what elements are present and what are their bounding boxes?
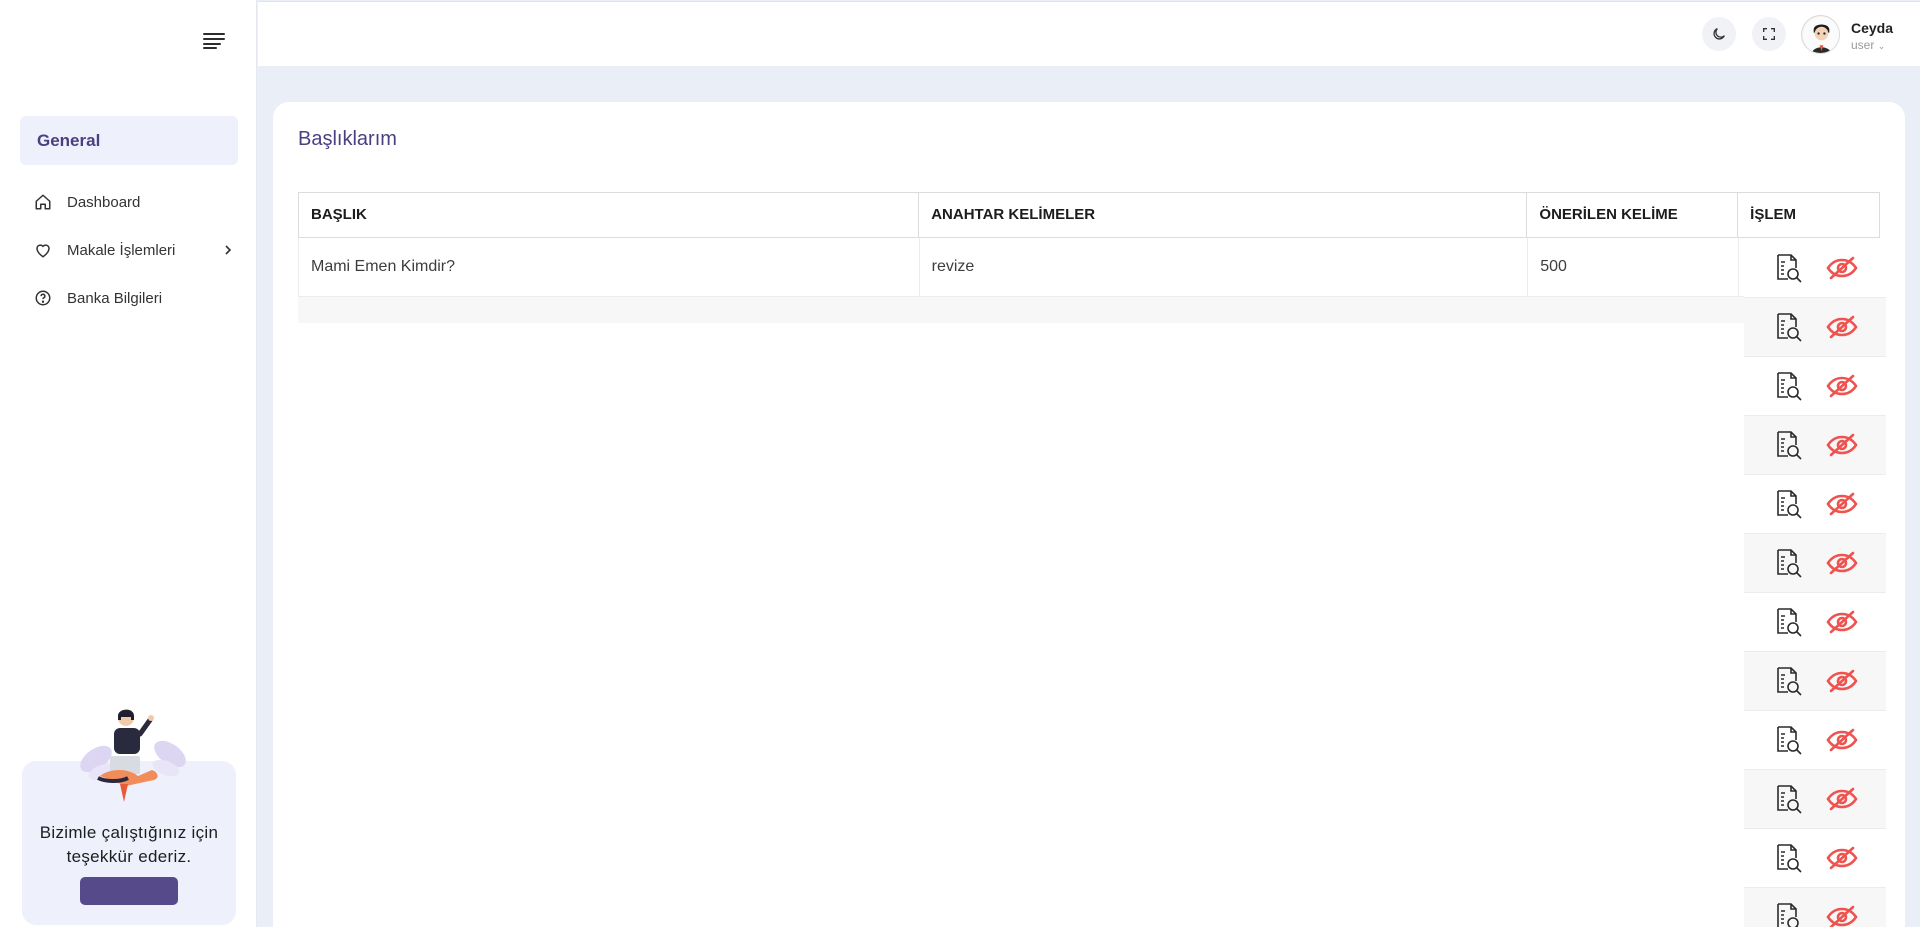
fullscreen-button[interactable] [1752,17,1786,51]
action-row [1744,770,1886,829]
document-search-icon[interactable] [1772,429,1804,461]
user-name[interactable]: Ceyda [1851,20,1893,36]
column-header-baslik[interactable]: BAŞLIK [299,193,920,237]
sidebar-item-label: Dashboard [67,193,141,211]
action-row [1744,829,1886,888]
question-circle-icon [35,290,51,306]
document-search-icon[interactable] [1772,488,1804,520]
sidebar-item-dashboard[interactable]: Dashboard [34,190,234,214]
chevron-right-icon [225,245,232,255]
action-row [1744,239,1886,298]
moon-icon [1713,28,1725,40]
document-search-icon[interactable] [1772,842,1804,874]
document-search-icon[interactable] [1772,783,1804,815]
cell-suggested-words: 500 [1528,238,1740,296]
eye-off-icon[interactable] [1826,315,1858,339]
document-search-icon[interactable] [1772,370,1804,402]
eye-off-icon[interactable] [1826,433,1858,457]
chevron-down-icon: ⌄ [1877,41,1886,51]
table-row-partial [298,297,1880,323]
eye-off-icon[interactable] [1826,374,1858,398]
content-card: Başlıklarım BAŞLIK ANAHTAR KELİMELER ÖNE… [273,102,1905,927]
action-column [1744,239,1886,927]
eye-off-icon[interactable] [1826,728,1858,752]
column-header-islem[interactable]: İŞLEM [1738,193,1879,237]
action-row [1744,534,1886,593]
user-role[interactable]: user ⌄ [1851,38,1885,52]
column-header-onerilen-kelime[interactable]: ÖNERİLEN KELİME [1527,193,1739,237]
user-avatar-icon [1802,16,1839,53]
menu-toggle-icon[interactable] [203,33,225,49]
sidebar-item-makale-islemleri[interactable]: Makale İşlemleri [34,238,234,262]
table-row: Mami Emen Kimdir? revize 500 [298,238,1880,297]
sidebar-item-banka-bilgileri[interactable]: Banka Bilgileri [34,286,234,310]
page-title: Başlıklarım [298,128,397,150]
eye-off-icon[interactable] [1826,787,1858,811]
action-row [1744,593,1886,652]
promo-text: Bizimle çalıştığınız için teşekkür ederi… [39,823,219,866]
heart-icon [36,244,50,258]
avatar[interactable] [1801,15,1840,54]
document-search-icon[interactable] [1772,901,1804,927]
action-row [1744,711,1886,770]
action-row [1744,652,1886,711]
action-row [1744,888,1886,927]
action-row [1744,357,1886,416]
sidebar-item-label: Banka Bilgileri [67,289,163,307]
document-search-icon[interactable] [1772,311,1804,343]
promo-button[interactable] [80,877,178,905]
document-search-icon[interactable] [1772,606,1804,638]
cell-title: Mami Emen Kimdir? [299,238,920,296]
eye-off-icon[interactable] [1826,492,1858,516]
document-search-icon[interactable] [1772,665,1804,697]
top-bar: Ceyda user ⌄ [258,1,1920,66]
cell-keywords: revize [920,238,1529,296]
fullscreen-icon [1763,28,1775,40]
action-row [1744,298,1886,357]
eye-off-icon[interactable] [1826,610,1858,634]
sidebar-section-general[interactable]: General [20,116,238,165]
dark-mode-toggle[interactable] [1702,17,1736,51]
person-laptop-illustration [80,709,186,802]
column-header-anahtar-kelimeler[interactable]: ANAHTAR KELİMELER [919,193,1528,237]
eye-off-icon[interactable] [1826,669,1858,693]
document-search-icon[interactable] [1772,724,1804,756]
eye-off-icon[interactable] [1826,846,1858,870]
document-search-icon[interactable] [1772,547,1804,579]
home-icon [35,194,51,210]
sidebar: General Dashboard Makale İşlemleri Banka… [0,0,257,927]
sidebar-item-label: Makale İşlemleri [67,241,176,259]
document-search-icon[interactable] [1772,252,1804,284]
eye-off-icon[interactable] [1826,256,1858,280]
action-row [1744,475,1886,534]
action-row [1744,416,1886,475]
table-header: BAŞLIK ANAHTAR KELİMELER ÖNERİLEN KELİME… [298,192,1880,238]
eye-off-icon[interactable] [1826,551,1858,575]
eye-off-icon[interactable] [1826,905,1858,927]
